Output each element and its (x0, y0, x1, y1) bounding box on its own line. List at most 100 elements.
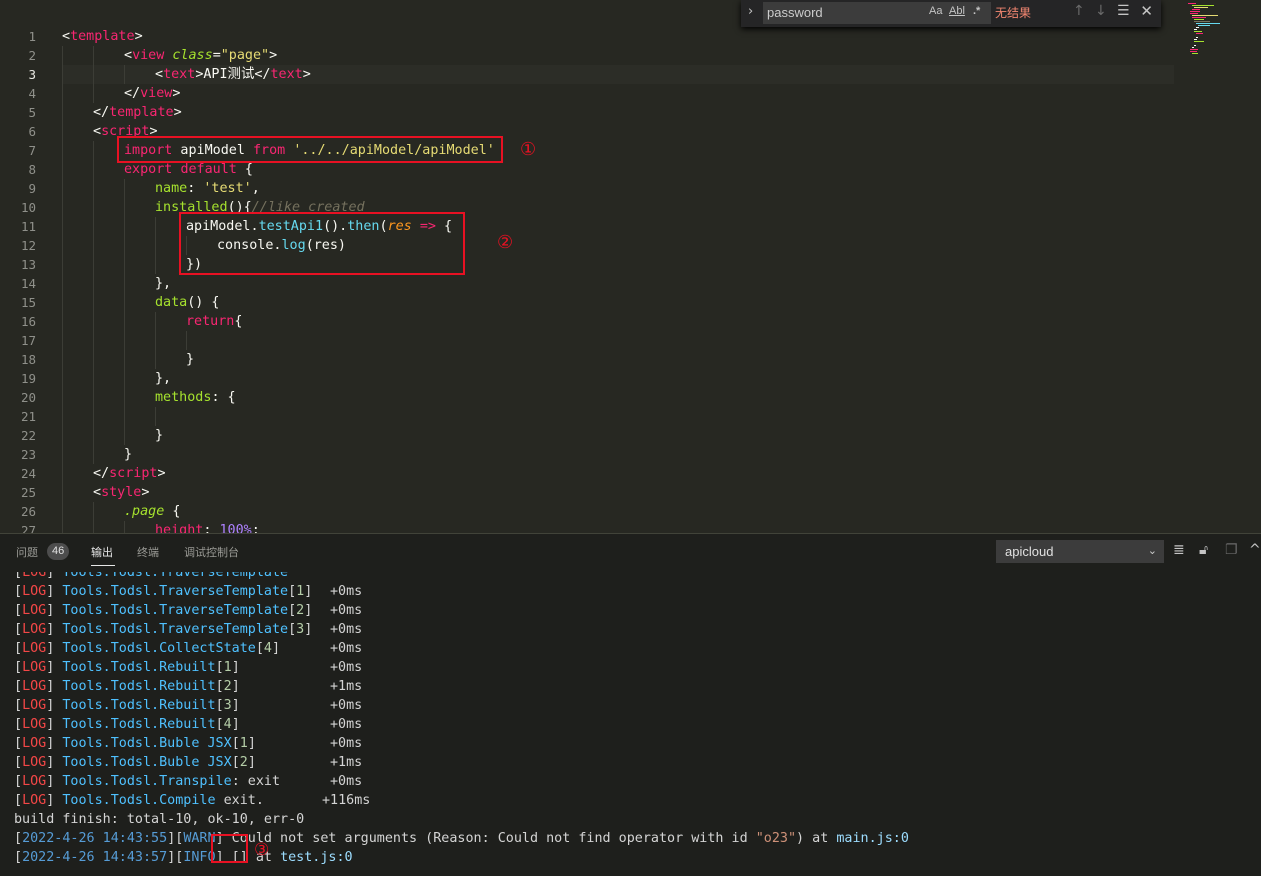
log-index: 1 (239, 736, 248, 751)
code-line[interactable]: return{ (62, 312, 1174, 331)
log-line: [LOG] Tools.Todsl.Buble JSX[1] +0ms (14, 734, 362, 753)
code-token: } (155, 428, 164, 443)
find-widget: › password Aa Abl .* 无结果 ↑ ↓ ☰ ✕ (741, 0, 1161, 27)
open-log-file-icon[interactable]: ❐ (1225, 542, 1238, 558)
indent-guide (62, 521, 63, 533)
tab-output[interactable]: 输出 (91, 544, 113, 560)
log-level: LOG (22, 641, 47, 656)
code-line[interactable]: </view> (62, 84, 1174, 103)
log-punct: ] (231, 717, 240, 732)
code-line[interactable]: } (62, 350, 1174, 369)
lock-scroll-icon[interactable]: 🔓︎ (1199, 542, 1208, 558)
log-line: [LOG] Tools.Todsl.Rebuilt[1] +0ms (14, 658, 362, 677)
line-number: 24 (20, 466, 36, 481)
code-editor[interactable]: 1 2 3 4 5 6 7 8 9 10 11 12 13 14 15 16 17 18 19 20 21 22 23 24 2… (0, 0, 1261, 533)
log-punct: [ (14, 660, 23, 675)
code-line[interactable]: }, (62, 369, 1174, 388)
indent-guide (62, 445, 63, 464)
code-line[interactable]: data() { (62, 293, 1174, 312)
code-token: .page (124, 504, 165, 519)
log-line: [LOG] Tools.Todsl.Transpile: exit +0ms (14, 772, 362, 791)
output-channel-select[interactable]: apicloud ⌄ (996, 540, 1164, 563)
log-index: 2 (223, 679, 232, 694)
next-match-icon[interactable]: ↓ (1095, 3, 1107, 19)
output-log[interactable]: [LOG] Tools.Todsl.TraverseTemplate [LOG] … (0, 569, 1261, 876)
code-line[interactable]: }, (62, 274, 1174, 293)
code-area[interactable]: <template> <view class="page"> <text>API测试… (62, 27, 1174, 533)
indent-guide (124, 274, 125, 293)
code-token: : { (211, 390, 236, 405)
line-number: 11 (20, 219, 36, 234)
indent-guide (62, 464, 63, 483)
code-line[interactable]: height: 100%; (62, 521, 1174, 533)
indent-guide (93, 65, 94, 84)
log-duration: +0ms (330, 584, 363, 599)
log-line: [LOG] Tools.Todsl.Compile exit. +116ms (14, 791, 370, 810)
log-line: [LOG] Tools.Todsl.Rebuilt[3] +0ms (14, 696, 362, 715)
indent-guide (62, 502, 63, 521)
code-token: text (163, 67, 196, 82)
log-punct: ] (46, 755, 63, 770)
line-number: 8 (28, 162, 36, 177)
line-number: 12 (20, 238, 36, 253)
code-line[interactable]: <style> (62, 483, 1174, 502)
code-line[interactable]: </script> (62, 464, 1174, 483)
code-line[interactable] (62, 331, 1174, 350)
log-source: Tools.Todsl.Rebuilt (62, 679, 216, 694)
code-token: }, (155, 276, 172, 291)
indent-guide (93, 46, 94, 65)
log-punct: ] (46, 793, 63, 808)
code-line[interactable]: <text>API测试</text> (62, 65, 1174, 84)
previous-match-icon[interactable]: ↑ (1073, 3, 1085, 19)
log-punct: [ (14, 698, 23, 713)
log-punct: ] (46, 698, 63, 713)
indent-guide (124, 312, 125, 331)
tab-debug-console[interactable]: 调试控制台 (184, 544, 239, 560)
indent-guide (62, 236, 63, 255)
code-line[interactable]: <template> (62, 27, 1174, 46)
log-line: [LOG] Tools.Todsl.Rebuilt[2] +1ms (14, 677, 362, 696)
code-line[interactable]: } (62, 426, 1174, 445)
whole-word-icon[interactable]: Abl (949, 5, 965, 17)
minimap[interactable] (1186, 0, 1261, 533)
info-line: [2022-4-26 14:43:57][INFO] [] at test.js… (14, 848, 353, 867)
annotation-marker-3: ③ (254, 840, 270, 860)
log-timestamp: 2022-4-26 14:43:57 (22, 850, 168, 865)
log-punct: ] (247, 755, 256, 770)
log-duration: +0ms (330, 641, 363, 656)
code-line[interactable]: <view class="page"> (62, 46, 1174, 65)
code-line[interactable]: .page { (62, 502, 1174, 521)
log-duration: +116ms (322, 793, 371, 808)
code-line[interactable]: </template> (62, 103, 1174, 122)
log-punct: [ (14, 831, 23, 846)
indent-guide (62, 46, 63, 65)
log-punct: ] (231, 679, 240, 694)
log-level: LOG (22, 755, 47, 770)
indent-guide (62, 312, 63, 331)
tab-problems[interactable]: 问题 (16, 544, 38, 560)
indent-guide (124, 369, 125, 388)
indent-guide (62, 217, 63, 236)
log-duration: +0ms (330, 717, 363, 732)
indent-guide (93, 84, 94, 103)
code-line[interactable]: } (62, 445, 1174, 464)
regex-icon[interactable]: .* (973, 5, 980, 17)
indent-guide (155, 331, 156, 350)
line-number: 26 (20, 504, 36, 519)
match-case-icon[interactable]: Aa (929, 5, 942, 17)
code-token: < (155, 67, 164, 82)
code-line[interactable]: methods: { (62, 388, 1174, 407)
code-line[interactable] (62, 407, 1174, 426)
indent-guide (62, 198, 63, 217)
toggle-replace-chevron-icon[interactable]: › (748, 4, 753, 19)
find-in-selection-icon[interactable]: ☰ (1117, 3, 1130, 19)
log-source: Tools.Todsl.TraverseTemplate (62, 622, 289, 637)
problems-count-badge: 46 (47, 543, 70, 560)
tab-terminal[interactable]: 终端 (137, 544, 159, 560)
maximize-panel-icon[interactable]: ^ (1249, 542, 1261, 558)
code-token: = (212, 48, 221, 63)
close-find-icon[interactable]: ✕ (1140, 2, 1153, 20)
log-punct: [ (14, 755, 23, 770)
clear-output-icon[interactable]: ≣ (1173, 542, 1185, 558)
code-line[interactable]: name: 'test', (62, 179, 1174, 198)
